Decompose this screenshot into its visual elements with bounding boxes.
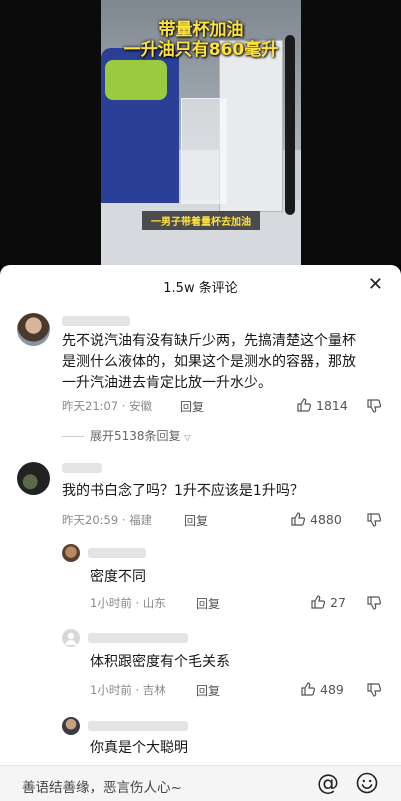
comment-input-placeholder[interactable]: 善语结善缘，恶言伤人心~ (22, 776, 182, 796)
comment-input-bar[interactable]: 善语结善缘，恶言伤人心~ @ (0, 765, 401, 801)
reply-location: 吉林 (142, 683, 166, 697)
comment-text: 我的书白念了吗？1升不应该是1升吗？ (62, 483, 304, 499)
comment-meta: 昨天21:07 · 安徽 (62, 399, 153, 413)
reply-meta: 1小时前 · 山东 (90, 596, 166, 610)
reply-location: 山东 (142, 596, 166, 610)
username-redacted[interactable] (62, 316, 130, 326)
default-user-icon (65, 632, 77, 645)
reply-time: 1小时前 (90, 596, 132, 610)
comment-text-line: 是测什么液体的，如果这个是测水的容器，那放 (62, 354, 356, 370)
comment-text-line: 一升汽油进去肯定比放一升水少。 (62, 375, 272, 391)
reply-button[interactable]: 回复 (196, 682, 220, 699)
reply-button[interactable]: 回复 (184, 512, 208, 529)
like-count: 4880 (310, 511, 342, 527)
video-title: 带量杯加油 一升油只有860毫升 (112, 20, 290, 60)
mention-icon[interactable]: @ (317, 771, 339, 796)
avatar[interactable] (17, 462, 50, 495)
expand-replies-button[interactable]: 展开5138条回复 ▽ (62, 427, 191, 444)
thumb-up-icon (301, 682, 316, 696)
comment-item: 先不说汽油有没有缺斤少两，先搞清楚这个量杯 是测什么液体的，如果这个是测水的容器… (0, 305, 401, 445)
avatar[interactable] (62, 629, 80, 647)
comments-panel: 1.5w 条评论 ✕ 先不说汽油有没有缺斤少两，先搞清楚这个量杯 是测什么液体的… (0, 265, 401, 800)
divider-line (62, 436, 84, 437)
oil-bottle (105, 60, 167, 100)
reply-item: 体积跟密度有个毛关系 1小时前 · 吉林 回复 489 (0, 625, 401, 698)
expand-replies-label: 展开5138条回复 (90, 429, 181, 443)
video-title-line2: 一升油只有860毫升 (123, 40, 279, 60)
reply-item: 你真是个大聪明 (0, 713, 401, 763)
video-title-line1: 带量杯加油 (158, 20, 244, 40)
emoji-icon[interactable] (356, 772, 378, 794)
video-player[interactable]: 带量杯加油 一升油只有860毫升 一男子带着量杯去加油 (0, 0, 401, 265)
thumb-up-icon (297, 398, 312, 412)
measuring-cup (181, 98, 227, 204)
thumb-down-icon[interactable] (366, 595, 382, 611)
username-redacted[interactable] (62, 463, 102, 473)
like-button[interactable]: 1814 (296, 397, 348, 413)
like-button[interactable]: 27 (310, 594, 346, 610)
avatar[interactable] (62, 717, 80, 735)
reply-item: 密度不同 1小时前 · 山东 回复 27 (0, 540, 401, 612)
thumb-down-icon[interactable] (366, 398, 382, 414)
video-caption: 一男子带着量杯去加油 (142, 211, 260, 230)
reply-button[interactable]: 回复 (196, 595, 220, 612)
reply-text: 你真是个大聪明 (90, 740, 188, 756)
like-count: 27 (330, 594, 346, 610)
comment-time: 昨天21:07 (62, 399, 119, 413)
like-count: 1814 (316, 397, 348, 413)
username-redacted[interactable] (88, 548, 146, 558)
reply-time: 1小时前 (90, 683, 132, 697)
avatar[interactable] (17, 313, 50, 346)
thumb-up-icon (291, 512, 306, 526)
reply-meta: 1小时前 · 吉林 (90, 683, 166, 697)
fuel-pump (219, 40, 283, 212)
comment-meta: 昨天20:59 · 福建 (62, 513, 153, 527)
fuel-hose (285, 35, 295, 215)
thumb-up-icon (311, 595, 326, 609)
comment-time: 昨天20:59 (62, 513, 119, 527)
comment-count: 1.5w 条评论 (163, 281, 238, 296)
thumb-down-icon[interactable] (366, 512, 382, 528)
comment-item: 我的书白念了吗？1升不应该是1升吗？ 昨天20:59 · 福建 回复 4880 (0, 455, 401, 530)
like-count: 489 (320, 681, 344, 697)
username-redacted[interactable] (88, 721, 188, 731)
comment-location: 福建 (129, 513, 153, 527)
close-icon[interactable]: ✕ (368, 274, 383, 295)
like-button[interactable]: 4880 (290, 511, 342, 527)
comment-text-line: 先不说汽油有没有缺斤少两，先搞清楚这个量杯 (62, 333, 356, 349)
chevron-down-icon: ▽ (184, 433, 191, 442)
like-button[interactable]: 489 (300, 681, 344, 697)
username-redacted[interactable] (88, 633, 188, 643)
thumb-down-icon[interactable] (366, 682, 382, 698)
reply-text: 密度不同 (90, 569, 146, 585)
comment-location: 安徽 (129, 399, 153, 413)
reply-text: 体积跟密度有个毛关系 (90, 654, 230, 670)
comment-text: 先不说汽油有没有缺斤少两，先搞清楚这个量杯 是测什么液体的，如果这个是测水的容器… (62, 331, 392, 394)
comments-header: 1.5w 条评论 ✕ (0, 265, 401, 305)
reply-button[interactable]: 回复 (180, 398, 204, 415)
avatar[interactable] (62, 544, 80, 562)
